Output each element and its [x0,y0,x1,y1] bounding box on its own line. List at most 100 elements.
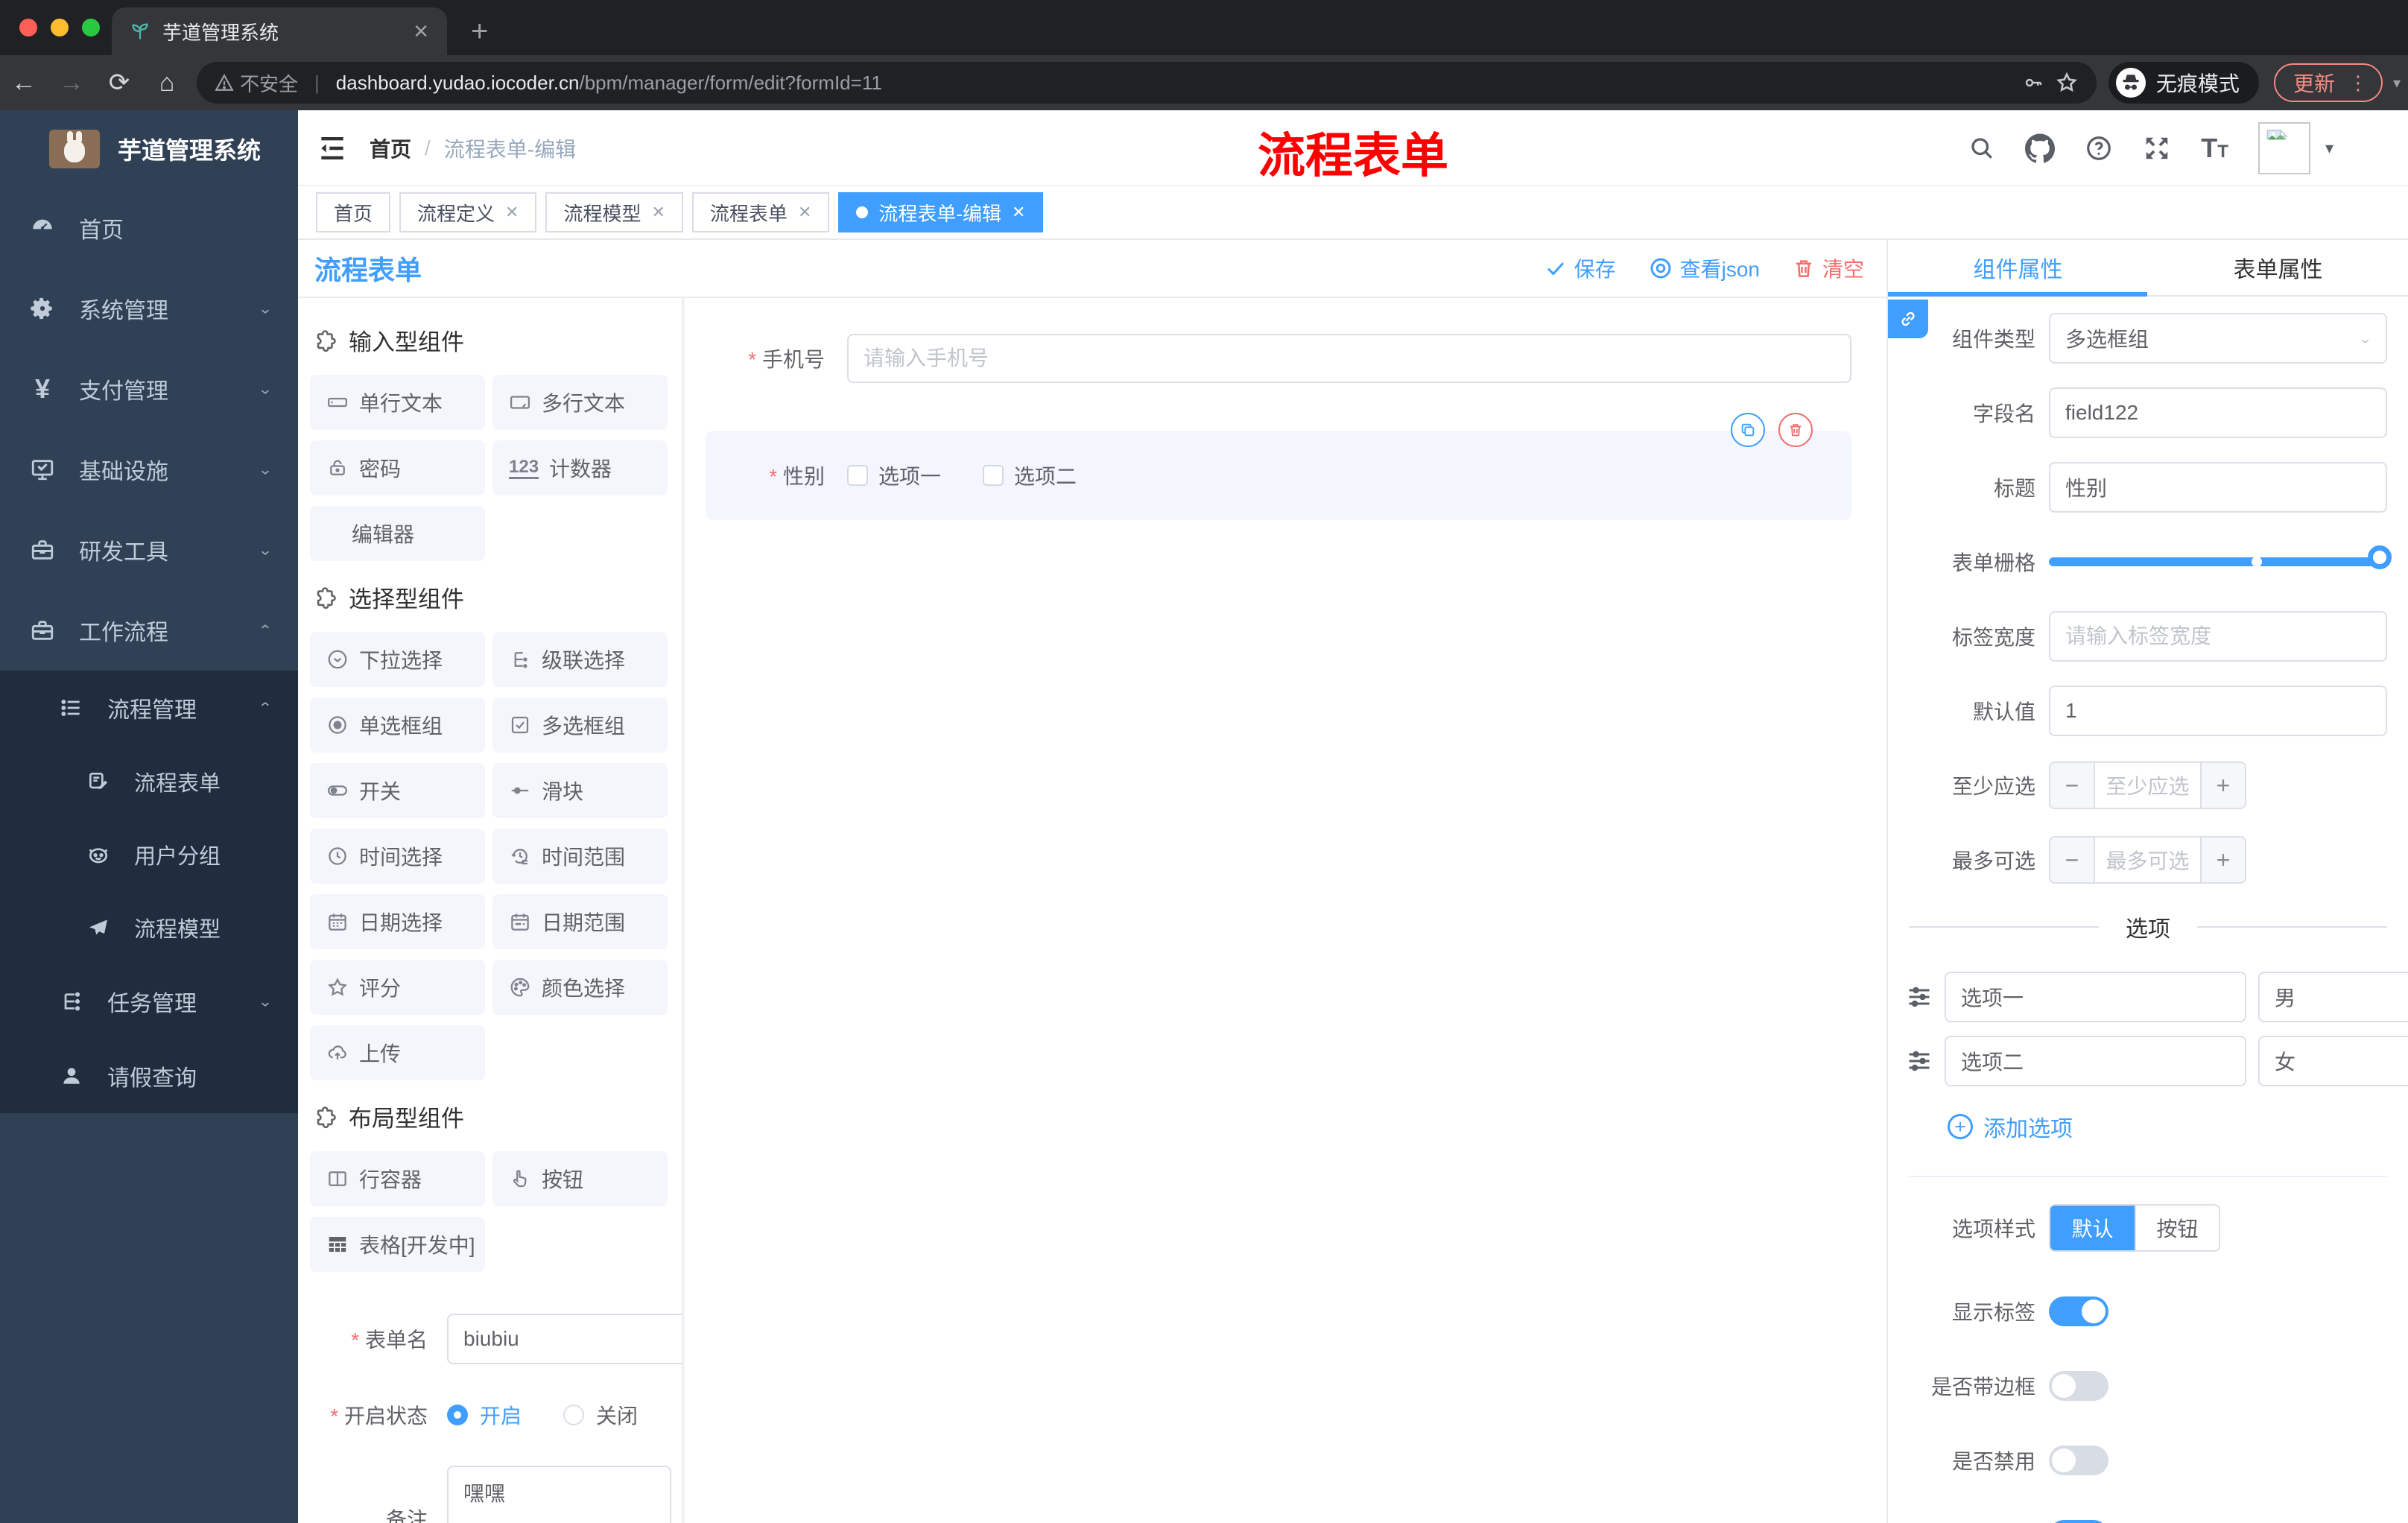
close-icon[interactable]: ✕ [1012,203,1025,222]
component-counter[interactable]: 123 计数器 [492,440,668,495]
fullscreen-icon[interactable] [2143,134,2171,162]
component-radio-group[interactable]: 单选框组 [310,697,485,753]
github-icon[interactable] [2025,133,2056,163]
tag-process-form[interactable]: 流程表单 ✕ [691,192,830,232]
close-icon[interactable]: ✕ [651,203,665,222]
avatar[interactable] [2258,122,2310,174]
forward-icon[interactable]: → [48,69,95,98]
label-width-input[interactable] [2049,611,2387,662]
drag-handle-icon[interactable] [1906,1048,1933,1074]
close-icon[interactable]: ✕ [798,203,811,222]
show-label-toggle[interactable] [2049,1296,2108,1326]
link-tag-button[interactable] [1888,300,1928,338]
browser-menu-icon[interactable]: ⋮ [2348,72,2368,95]
option-value-input[interactable] [2258,1036,2408,1086]
option-value-input[interactable] [2258,972,2408,1022]
component-select[interactable]: 下拉选择 [310,632,485,687]
form-name-input[interactable] [447,1314,682,1364]
tag-home[interactable]: 首页 [316,192,391,232]
component-time-range[interactable]: 时间范围 [492,829,668,884]
window-zoom-button[interactable] [82,19,100,37]
back-icon[interactable]: ← [0,69,48,98]
form-canvas[interactable]: 手机号 性别 选项一 选项二 [685,298,1886,1523]
style-button-button[interactable]: 按钮 [2135,1206,2219,1250]
canvas-field-phone[interactable]: 手机号 [706,334,1851,383]
minus-button[interactable]: − [2050,763,2095,808]
max-select-stepper[interactable]: − 最多可选 + [2049,836,2246,884]
font-size-icon[interactable]: TT [2201,133,2228,164]
style-default-button[interactable]: 默认 [2050,1206,2135,1250]
component-date-range[interactable]: 日期范围 [492,894,668,949]
component-slider[interactable]: 滑块 [492,763,668,818]
browser-tab[interactable]: 芋道管理系统 ✕ [112,7,447,55]
sidebar-item-infra[interactable]: 基础设施 ⌄ [0,429,298,510]
sidebar-logo[interactable]: 芋道管理系统 [0,110,298,188]
tag-process-form-edit[interactable]: 流程表单-编辑 ✕ [838,192,1044,232]
sidebar-item-devtools[interactable]: 研发工具 ⌄ [0,510,298,590]
window-close-button[interactable] [19,19,37,37]
close-icon[interactable]: ✕ [505,203,519,222]
checkbox[interactable] [847,465,868,486]
sidebar-item-workflow[interactable]: 工作流程 ⌃ [0,590,298,671]
hamburger-icon[interactable] [316,132,349,165]
drag-handle-icon[interactable] [1906,984,1933,1010]
view-json-button[interactable]: 查看json [1649,253,1760,283]
add-option-button[interactable]: + 添加选项 [1948,1110,2387,1143]
tag-process-definition[interactable]: 流程定义 ✕ [399,192,537,232]
help-icon[interactable] [2085,134,2113,162]
new-tab-button[interactable]: + [471,16,488,46]
sidebar-item-user-group[interactable]: 用户分组 [0,818,298,891]
field-name-input[interactable] [2049,387,2387,438]
form-grid-slider[interactable] [2049,545,2392,569]
copy-widget-button[interactable] [1731,413,1765,447]
password-key-icon[interactable] [2022,72,2044,94]
home-icon[interactable]: ⌂ [143,69,191,98]
component-row-container[interactable]: 行容器 [310,1151,485,1206]
radio-on[interactable] [447,1405,468,1425]
component-date[interactable]: 日期选择 [310,894,485,949]
sidebar-item-task-mgmt[interactable]: 任务管理 ⌄ [0,964,298,1039]
title-input[interactable] [2049,462,2387,513]
reload-icon[interactable]: ⟳ [95,68,143,98]
breadcrumb-home[interactable]: 首页 [370,133,411,163]
component-editor[interactable]: 编辑器 [310,506,485,561]
sidebar-item-process-form[interactable]: 流程表单 [0,745,298,818]
clear-button[interactable]: 清空 [1793,253,1864,283]
radio-off[interactable] [563,1405,585,1425]
sidebar-item-process-model[interactable]: 流程模型 [0,891,298,964]
border-toggle[interactable] [2049,1371,2108,1401]
component-type-select[interactable]: ⌄ [2049,313,2387,364]
component-checkbox-group[interactable]: 多选框组 [492,697,668,753]
radio-off-label[interactable]: 关闭 [596,1400,638,1430]
plus-button[interactable]: + [2200,763,2245,808]
tag-process-model[interactable]: 流程模型 ✕ [545,192,683,232]
slider-handle[interactable] [2368,545,2392,569]
bookmark-star-icon[interactable] [2055,71,2079,95]
default-value-input[interactable] [2049,685,2387,736]
component-type-value[interactable] [2049,313,2387,364]
component-rate[interactable]: 评分 [310,960,485,1015]
component-cascader[interactable]: 级联选择 [492,632,668,687]
save-button[interactable]: 保存 [1544,253,1616,283]
component-upload[interactable]: 上传 [310,1025,485,1080]
sidebar-item-pay[interactable]: ¥ 支付管理 ⌄ [0,349,298,429]
required-toggle[interactable] [2049,1520,2108,1523]
component-color[interactable]: 颜色选择 [492,960,668,1015]
disabled-toggle[interactable] [2049,1446,2108,1475]
sidebar-item-home[interactable]: 首页 [0,188,298,268]
component-multi-text[interactable]: 多行文本 [492,375,668,430]
tab-component-props[interactable]: 组件属性 [1888,240,2148,295]
tab-form-props[interactable]: 表单属性 [2148,240,2408,295]
address-bar[interactable]: 不安全 | dashboard.yudao.iocoder.cn/bpm/man… [197,62,2097,104]
option-label-input[interactable] [1945,1036,2246,1086]
plus-button[interactable]: + [2200,838,2245,882]
minus-button[interactable]: − [2050,838,2095,882]
gender-option-1[interactable]: 选项一 [847,460,941,490]
not-secure-warning[interactable]: 不安全 [215,69,298,97]
sidebar-item-process-mgmt[interactable]: 流程管理 ⌃ [0,671,298,745]
radio-on-label[interactable]: 开启 [480,1400,522,1430]
phone-input[interactable] [847,334,1851,383]
window-minimize-button[interactable] [51,19,69,37]
browser-update-button[interactable]: 更新 ⋮ [2273,63,2383,102]
component-time[interactable]: 时间选择 [310,829,485,884]
